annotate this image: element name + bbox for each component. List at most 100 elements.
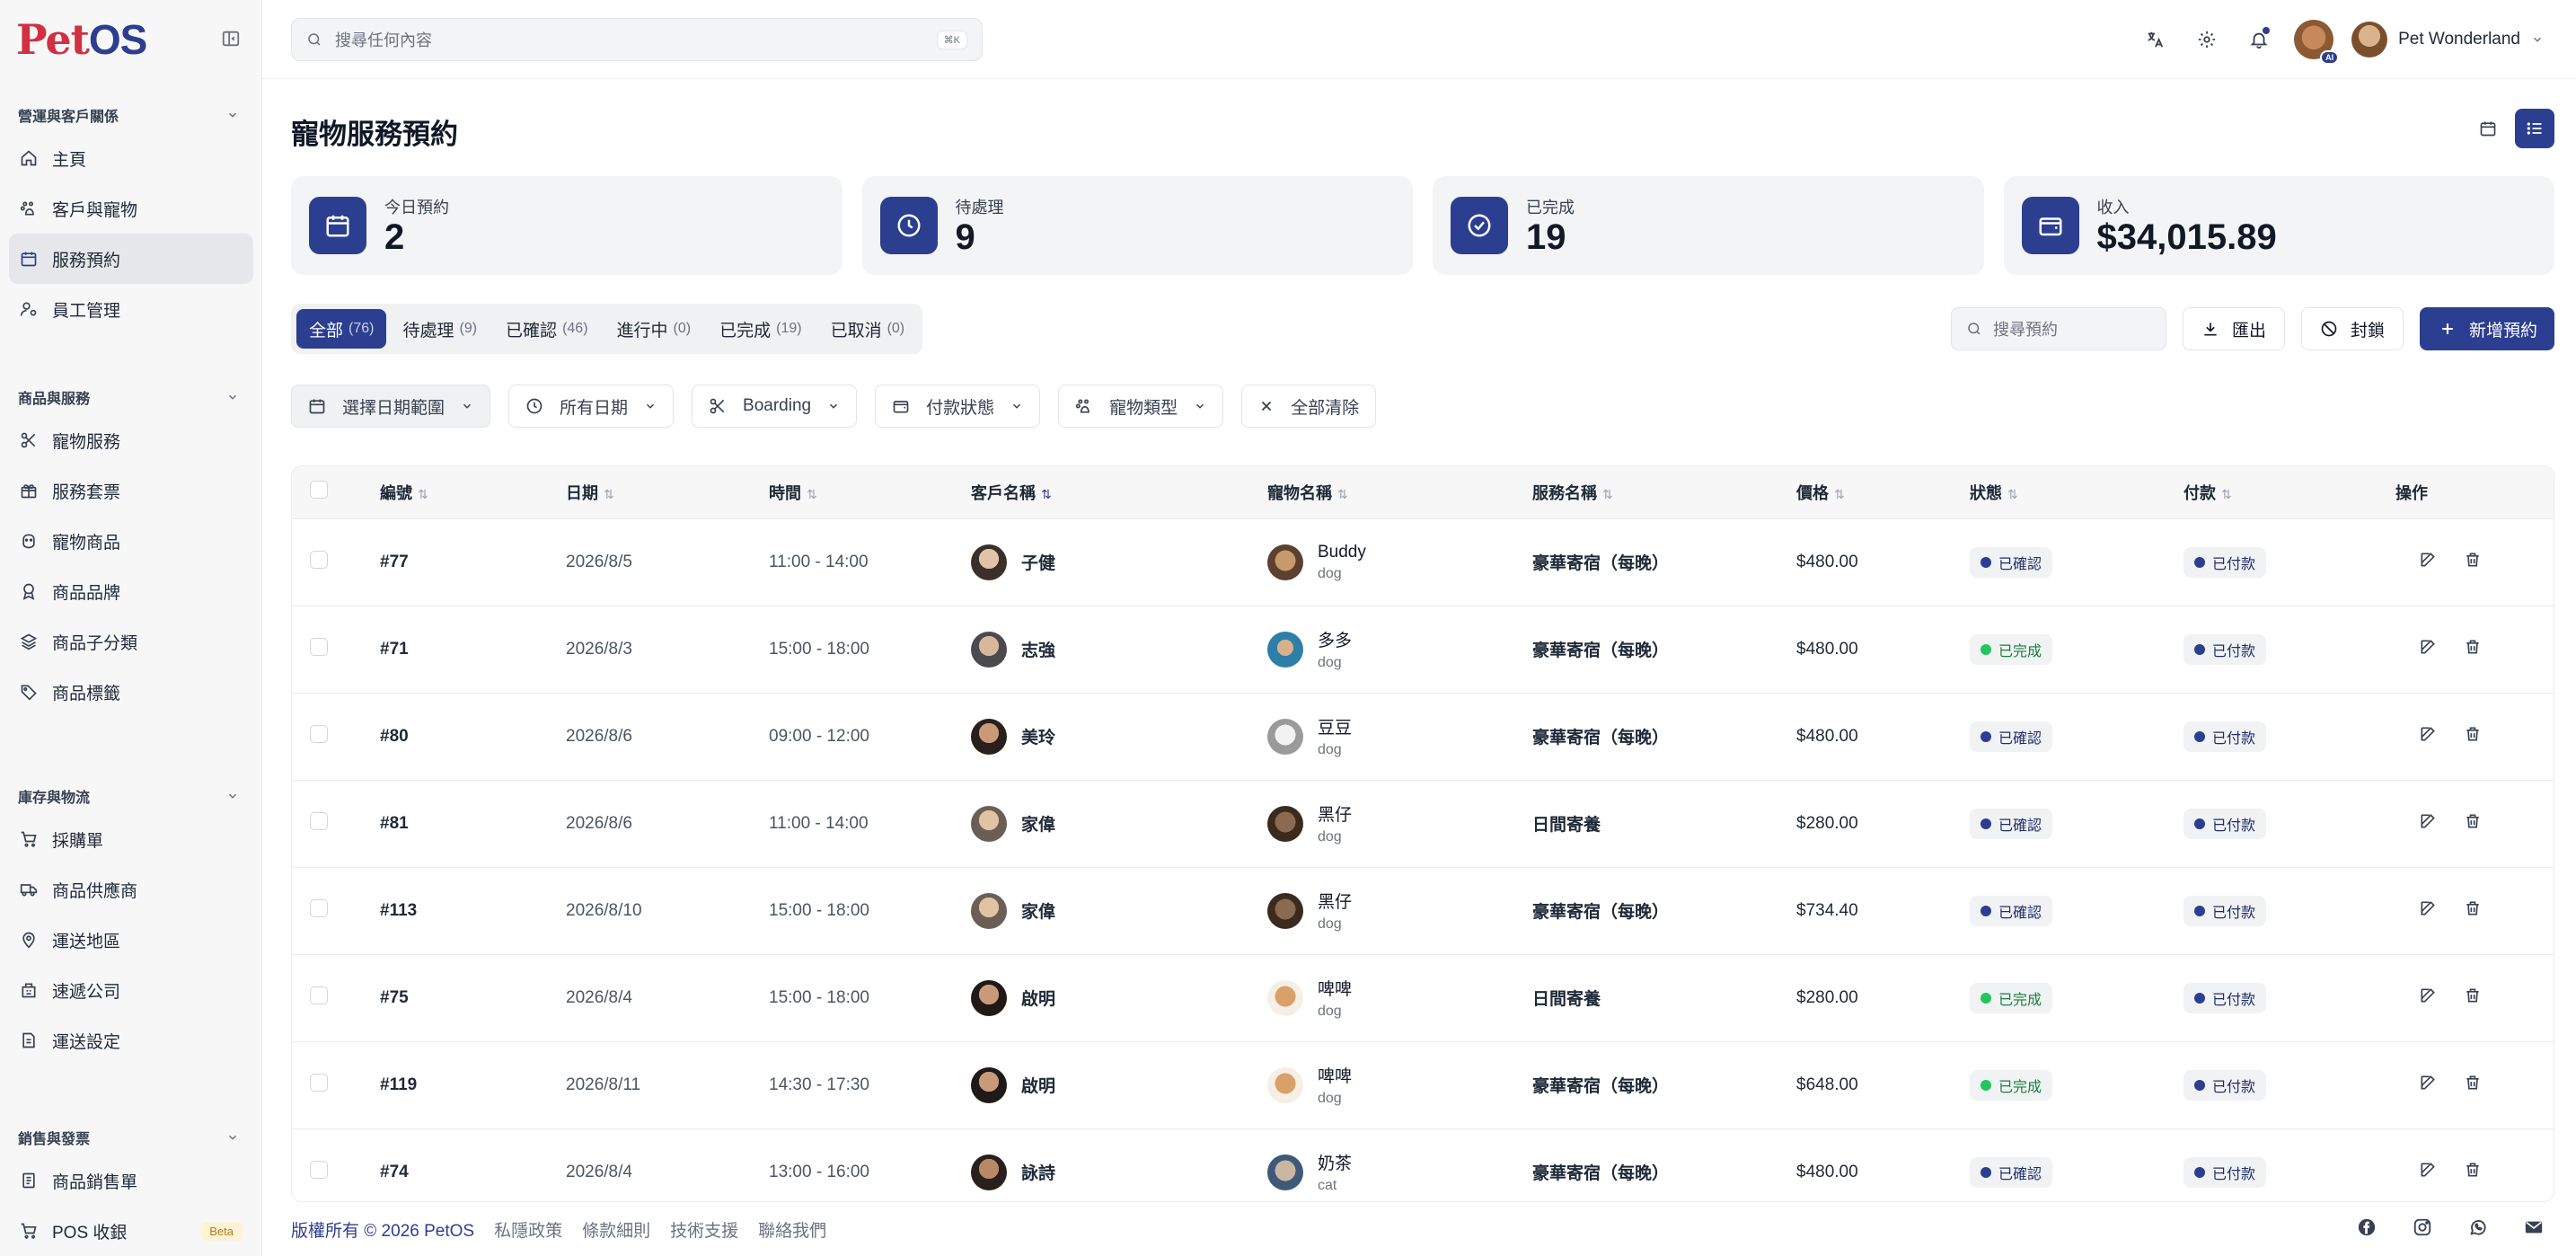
table-row[interactable]: #119 2026/8/11 14:30 - 17:30 啟明 啤啤 dog 豪華… [292, 1041, 2554, 1129]
sidebar-item-packages[interactable]: 服務套票 [9, 465, 253, 516]
nav-group-title[interactable]: 銷售與發票 [0, 1119, 261, 1155]
edit-icon[interactable] [2419, 725, 2437, 748]
column-header-date[interactable]: 日期 ⇅ [566, 466, 769, 519]
edit-icon[interactable] [2419, 899, 2437, 923]
sidebar-item-purchase-orders[interactable]: 採購單 [9, 814, 253, 864]
pet-cell[interactable]: 黑仔 dog [1267, 889, 1532, 933]
trash-icon[interactable] [2464, 725, 2482, 748]
table-row[interactable]: #113 2026/8/10 15:00 - 18:00 家偉 黑仔 dog 豪華… [292, 867, 2554, 955]
footer-link-contact[interactable]: 聯絡我們 [758, 1217, 826, 1242]
customer-cell[interactable]: 美玲 [971, 718, 1267, 755]
table-row[interactable]: #75 2026/8/4 15:00 - 18:00 啟明 啤啤 dog 日間寄養… [292, 954, 2554, 1042]
pet-cell[interactable]: 啤啤 dog [1267, 1063, 1532, 1107]
instagram-icon[interactable] [2413, 1217, 2432, 1242]
pet-cell[interactable]: 啤啤 dog [1267, 976, 1532, 1020]
pet-cell[interactable]: 多多 dog [1267, 627, 1532, 671]
calendar-view-icon[interactable] [2468, 109, 2508, 148]
edit-icon[interactable] [2419, 551, 2437, 574]
settings-gear-icon[interactable] [2181, 18, 2233, 61]
footer-link-privacy[interactable]: 私隱政策 [494, 1217, 562, 1242]
trash-icon[interactable] [2464, 638, 2482, 661]
sidebar-item-staff[interactable]: 員工管理 [9, 284, 253, 334]
sidebar-item-home[interactable]: 主頁 [9, 133, 253, 183]
tab-all[interactable]: 全部 (76) [296, 309, 387, 349]
column-header-service[interactable]: 服務名稱 ⇅ [1532, 466, 1796, 519]
tab-cancelled[interactable]: 已取消 (0) [818, 309, 918, 349]
column-header-id[interactable]: 編號 ⇅ [380, 466, 566, 519]
row-checkbox[interactable] [310, 1160, 328, 1179]
block-button[interactable]: 封鎖 [2300, 307, 2404, 350]
customer-cell[interactable]: 啟明 [971, 979, 1267, 1016]
sidebar-item-suppliers[interactable]: 商品供應商 [9, 864, 253, 915]
column-header-customer[interactable]: 客戶名稱 ⇅ [971, 466, 1267, 519]
sidebar-item-pos[interactable]: POS 收銀 Beta [9, 1206, 253, 1256]
pet-cell[interactable]: 黑仔 dog [1267, 801, 1532, 845]
customer-cell[interactable]: 家偉 [971, 805, 1267, 842]
table-row[interactable]: #77 2026/8/5 11:00 - 14:00 子健 Buddy dog 豪… [292, 518, 2554, 606]
sidebar-item-pet-products[interactable]: 寵物商品 [9, 516, 253, 566]
global-search-input[interactable]: 搜尋任何內容 ⌘K [291, 18, 983, 61]
row-checkbox[interactable] [310, 724, 328, 743]
trash-icon[interactable] [2464, 812, 2482, 836]
customer-cell[interactable]: 啟明 [971, 1066, 1267, 1103]
nav-group-title[interactable]: 營運與客戶關係 [0, 97, 261, 133]
edit-icon[interactable] [2419, 1161, 2437, 1184]
whatsapp-icon[interactable] [2468, 1217, 2488, 1242]
email-icon[interactable] [2524, 1217, 2544, 1242]
trash-icon[interactable] [2464, 1161, 2482, 1184]
select-all-checkbox[interactable] [310, 481, 328, 500]
user-menu[interactable]: Pet Wonderland [2351, 22, 2544, 57]
translate-icon[interactable] [2129, 18, 2181, 61]
column-header-status[interactable]: 狀態 ⇅ [1970, 466, 2183, 519]
sidebar-item-sales-orders[interactable]: 商品銷售單 [9, 1155, 253, 1206]
footer-link-terms[interactable]: 條款細則 [582, 1217, 650, 1242]
ai-assistant-avatar[interactable]: AI [2294, 20, 2340, 65]
pet-type-filter[interactable]: 寵物類型 [1058, 385, 1224, 428]
sidebar-item-delivery-areas[interactable]: 運送地區 [9, 915, 253, 965]
customer-cell[interactable]: 家偉 [971, 892, 1267, 929]
tab-in-progress[interactable]: 進行中 (0) [604, 309, 704, 349]
new-booking-button[interactable]: 新增預約 [2419, 307, 2554, 350]
customer-cell[interactable]: 詠詩 [971, 1154, 1267, 1190]
nav-group-title[interactable]: 庫存與物流 [0, 778, 261, 814]
row-checkbox[interactable] [310, 637, 328, 656]
payment-status-filter[interactable]: 付款狀態 [875, 385, 1041, 428]
table-row[interactable]: #71 2026/8/3 15:00 - 18:00 志強 多多 dog 豪華寄宿… [292, 606, 2554, 694]
table-row[interactable]: #80 2026/8/6 09:00 - 12:00 美玲 豆豆 dog 豪華寄宿… [292, 693, 2554, 781]
service-filter[interactable]: Boarding [692, 385, 858, 428]
row-checkbox[interactable] [310, 1073, 328, 1092]
clear-filters-button[interactable]: 全部清除 [1241, 385, 1377, 428]
sidebar-item-tags[interactable]: 商品標籤 [9, 667, 253, 717]
export-button[interactable]: 匯出 [2182, 307, 2285, 350]
column-header-time[interactable]: 時間 ⇅ [769, 466, 971, 519]
column-header-price[interactable]: 價格 ⇅ [1796, 466, 1970, 519]
booking-search-input[interactable]: 搜尋預約 [1950, 307, 2166, 350]
tab-pending[interactable]: 待處理 (9) [390, 309, 490, 349]
table-row[interactable]: #74 2026/8/4 13:00 - 16:00 詠詩 奶茶 cat 豪華寄宿… [292, 1128, 2554, 1201]
date-range-filter[interactable]: 選擇日期範圍 [291, 385, 491, 428]
list-view-icon[interactable] [2515, 109, 2554, 148]
notification-bell-icon[interactable] [2233, 18, 2285, 61]
tab-confirmed[interactable]: 已確認 (46) [493, 309, 600, 349]
table-row[interactable]: #81 2026/8/6 11:00 - 14:00 家偉 黑仔 dog 日間寄養… [292, 780, 2554, 868]
sidebar-collapse-icon[interactable] [221, 29, 241, 49]
petos-logo[interactable]: Pet OS [16, 15, 147, 64]
sidebar-item-couriers[interactable]: 速遞公司 [9, 965, 253, 1015]
sidebar-item-shipping-settings[interactable]: 運送設定 [9, 1015, 253, 1066]
customer-cell[interactable]: 志強 [971, 631, 1267, 668]
column-header-pet[interactable]: 寵物名稱 ⇅ [1267, 466, 1532, 519]
sidebar-item-customers-pets[interactable]: 客戶與寵物 [9, 183, 253, 234]
trash-icon[interactable] [2464, 1074, 2482, 1097]
trash-icon[interactable] [2464, 899, 2482, 923]
sidebar-item-pet-services[interactable]: 寵物服務 [9, 415, 253, 465]
trash-icon[interactable] [2464, 551, 2482, 574]
footer-link-support[interactable]: 技術支援 [670, 1217, 738, 1242]
sidebar-item-subcategories[interactable]: 商品子分類 [9, 616, 253, 667]
facebook-icon[interactable] [2357, 1217, 2377, 1242]
tab-completed[interactable]: 已完成 (19) [707, 309, 814, 349]
column-header-payment[interactable]: 付款 ⇅ [2183, 466, 2395, 519]
edit-icon[interactable] [2419, 638, 2437, 661]
edit-icon[interactable] [2419, 1074, 2437, 1097]
edit-icon[interactable] [2419, 812, 2437, 836]
nav-group-title[interactable]: 商品與服務 [0, 379, 261, 415]
